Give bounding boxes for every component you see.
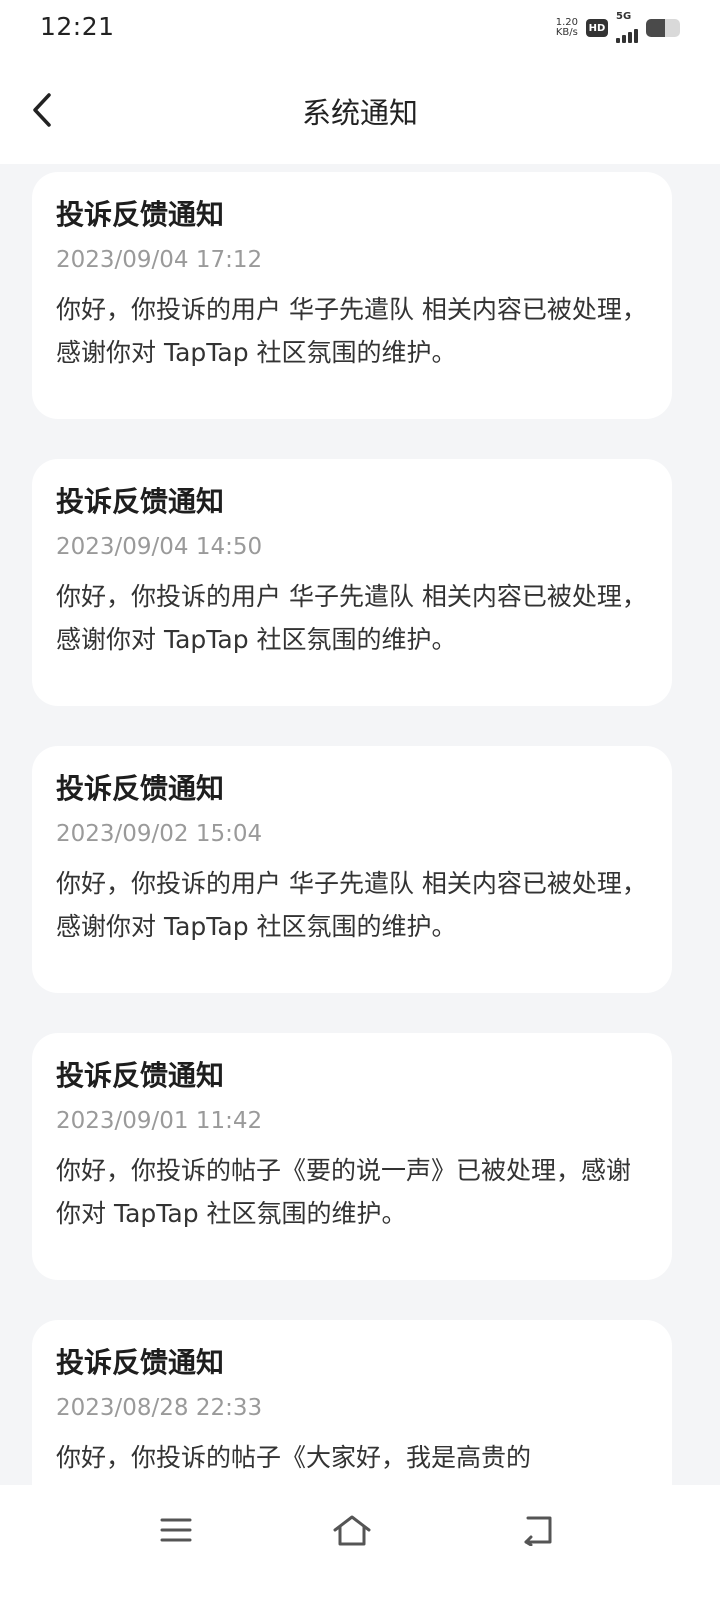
notification-card[interactable]: 投诉反馈通知 2023/08/28 22:33 你好，你投诉的帖子《大家好，我是… xyxy=(32,1320,672,1485)
notification-list[interactable]: 投诉反馈通知 2023/09/04 17:12 你好，你投诉的用户 华子先遣队 … xyxy=(32,172,672,1485)
menu-icon xyxy=(160,1518,192,1542)
notification-card[interactable]: 投诉反馈通知 2023/09/02 15:04 你好，你投诉的用户 华子先遣队 … xyxy=(32,746,672,993)
notification-time: 2023/09/02 15:04 xyxy=(56,821,263,847)
notification-title: 投诉反馈通知 xyxy=(56,485,225,518)
notification-card[interactable]: 投诉反馈通知 2023/09/04 14:50 你好，你投诉的用户 华子先遣队 … xyxy=(32,459,672,706)
menu-button[interactable] xyxy=(146,1505,206,1555)
hd-icon: HD xyxy=(586,19,608,37)
notification-title: 投诉反馈通知 xyxy=(56,772,225,805)
battery-level xyxy=(646,19,665,37)
app-header: 系统通知 xyxy=(0,56,720,164)
network-speed: 1.20 KB/s xyxy=(556,18,578,38)
notification-title: 投诉反馈通知 xyxy=(56,1059,225,1092)
network-type-label: 5G xyxy=(616,11,632,22)
signal-icon: 5G xyxy=(616,11,638,43)
home-button[interactable] xyxy=(322,1505,382,1555)
notification-title: 投诉反馈通知 xyxy=(56,198,225,231)
system-nav-bar xyxy=(0,1485,720,1605)
notification-body: 你好，你投诉的帖子《大家好，我是高贵的 xyxy=(56,1443,532,1472)
back-nav-button[interactable] xyxy=(508,1505,568,1555)
notification-body: 你好，你投诉的用户 华子先遣队 相关内容已被处理，感谢你对 TapTap 社区氛… xyxy=(56,869,647,941)
notification-time: 2023/08/28 22:33 xyxy=(56,1395,263,1421)
signal-bar xyxy=(622,35,626,43)
battery-icon xyxy=(646,19,680,37)
notification-card[interactable]: 投诉反馈通知 2023/09/01 11:42 你好，你投诉的帖子《要的说一声》… xyxy=(32,1033,672,1280)
notification-body: 你好，你投诉的用户 华子先遣队 相关内容已被处理，感谢你对 TapTap 社区氛… xyxy=(56,582,647,654)
notification-time: 2023/09/04 17:12 xyxy=(56,247,263,273)
notification-body: 你好，你投诉的帖子《要的说一声》已被处理，感谢你对 TapTap 社区氛围的维护… xyxy=(56,1156,632,1228)
status-bar: 12:21 1.20 KB/s HD 5G xyxy=(0,0,720,56)
signal-bar xyxy=(634,29,638,43)
home-icon xyxy=(333,1515,371,1546)
network-speed-unit: KB/s xyxy=(555,27,578,38)
status-indicators: 1.20 KB/s HD 5G xyxy=(556,11,680,43)
signal-bar xyxy=(616,38,620,43)
status-time: 12:21 xyxy=(40,12,115,41)
page-title: 系统通知 xyxy=(301,96,418,130)
notification-time: 2023/09/04 14:50 xyxy=(56,534,263,560)
back-icon xyxy=(524,1516,552,1546)
notification-card[interactable]: 投诉反馈通知 2023/09/04 17:12 你好，你投诉的用户 华子先遣队 … xyxy=(32,172,672,419)
notification-body: 你好，你投诉的用户 华子先遣队 相关内容已被处理，感谢你对 TapTap 社区氛… xyxy=(56,295,647,367)
notification-title: 投诉反馈通知 xyxy=(56,1346,225,1379)
notification-time: 2023/09/01 11:42 xyxy=(56,1108,263,1134)
signal-bar xyxy=(628,32,632,43)
